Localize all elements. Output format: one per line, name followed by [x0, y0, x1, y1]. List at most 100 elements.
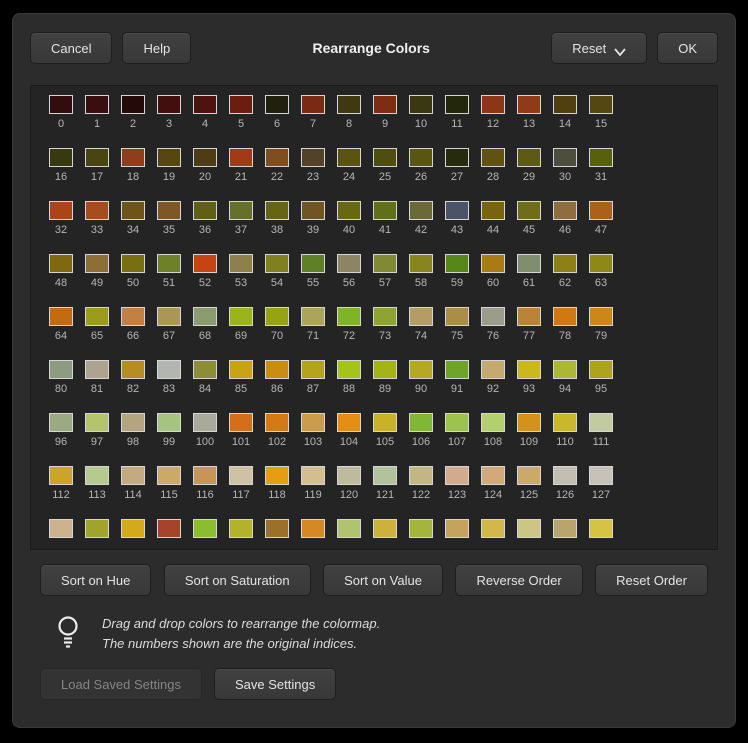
palette-swatch[interactable]: [301, 148, 325, 167]
palette-swatch[interactable]: [481, 519, 505, 538]
palette-swatch[interactable]: [373, 201, 397, 220]
palette-swatch[interactable]: [193, 360, 217, 379]
palette-swatch[interactable]: [49, 466, 73, 485]
palette-swatch[interactable]: [193, 95, 217, 114]
cancel-button[interactable]: Cancel: [30, 32, 112, 64]
palette-swatch[interactable]: [157, 95, 181, 114]
palette-swatch[interactable]: [589, 360, 613, 379]
palette-swatch[interactable]: [121, 466, 145, 485]
palette-swatch[interactable]: [265, 360, 289, 379]
palette-swatch[interactable]: [373, 466, 397, 485]
palette-swatch[interactable]: [121, 360, 145, 379]
palette-swatch[interactable]: [445, 148, 469, 167]
palette-swatch[interactable]: [229, 413, 253, 432]
palette-swatch[interactable]: [409, 254, 433, 273]
palette-swatch[interactable]: [553, 307, 577, 326]
palette-swatch[interactable]: [517, 148, 541, 167]
palette-swatch[interactable]: [337, 201, 361, 220]
palette-swatch[interactable]: [337, 254, 361, 273]
palette-swatch[interactable]: [553, 95, 577, 114]
reset-dropdown-button[interactable]: Reset: [551, 32, 647, 64]
palette-swatch[interactable]: [301, 95, 325, 114]
palette-swatch[interactable]: [121, 519, 145, 538]
palette-swatch[interactable]: [265, 254, 289, 273]
palette-swatch[interactable]: [301, 413, 325, 432]
palette-swatch[interactable]: [517, 254, 541, 273]
palette-swatch[interactable]: [229, 466, 253, 485]
palette-swatch[interactable]: [409, 466, 433, 485]
palette-swatch[interactable]: [229, 360, 253, 379]
palette-swatch[interactable]: [589, 95, 613, 114]
palette-swatch[interactable]: [553, 360, 577, 379]
palette-swatch[interactable]: [589, 413, 613, 432]
palette-swatch[interactable]: [301, 307, 325, 326]
palette-swatch[interactable]: [337, 307, 361, 326]
palette-swatch[interactable]: [337, 519, 361, 538]
palette-swatch[interactable]: [157, 201, 181, 220]
palette-swatch[interactable]: [553, 148, 577, 167]
palette-swatch[interactable]: [517, 307, 541, 326]
help-button[interactable]: Help: [122, 32, 191, 64]
sort-on-hue-button[interactable]: Sort on Hue: [40, 564, 151, 596]
palette-swatch[interactable]: [121, 307, 145, 326]
palette-swatch[interactable]: [121, 148, 145, 167]
palette-swatch[interactable]: [229, 519, 253, 538]
palette-swatch[interactable]: [409, 201, 433, 220]
palette-swatch[interactable]: [337, 148, 361, 167]
load-saved-settings-button[interactable]: Load Saved Settings: [40, 668, 202, 700]
palette-swatch[interactable]: [49, 148, 73, 167]
palette-swatch[interactable]: [481, 254, 505, 273]
save-settings-button[interactable]: Save Settings: [214, 668, 336, 700]
palette-swatch[interactable]: [49, 519, 73, 538]
palette-swatch[interactable]: [157, 307, 181, 326]
palette-swatch[interactable]: [337, 466, 361, 485]
palette-swatch[interactable]: [589, 519, 613, 538]
palette-swatch[interactable]: [193, 201, 217, 220]
colormap-panel[interactable]: 0123456789101112131415161718192021222324…: [30, 85, 718, 550]
palette-swatch[interactable]: [85, 466, 109, 485]
palette-swatch[interactable]: [445, 254, 469, 273]
palette-swatch[interactable]: [589, 148, 613, 167]
palette-swatch[interactable]: [553, 413, 577, 432]
palette-swatch[interactable]: [49, 254, 73, 273]
palette-swatch[interactable]: [517, 519, 541, 538]
palette-swatch[interactable]: [229, 201, 253, 220]
reverse-order-button[interactable]: Reverse Order: [455, 564, 582, 596]
palette-swatch[interactable]: [409, 148, 433, 167]
palette-swatch[interactable]: [265, 519, 289, 538]
palette-swatch[interactable]: [409, 95, 433, 114]
palette-swatch[interactable]: [517, 413, 541, 432]
palette-swatch[interactable]: [409, 360, 433, 379]
palette-swatch[interactable]: [445, 519, 469, 538]
palette-swatch[interactable]: [265, 307, 289, 326]
palette-swatch[interactable]: [589, 254, 613, 273]
palette-swatch[interactable]: [193, 519, 217, 538]
palette-swatch[interactable]: [373, 519, 397, 538]
palette-swatch[interactable]: [373, 254, 397, 273]
palette-swatch[interactable]: [517, 201, 541, 220]
palette-swatch[interactable]: [85, 360, 109, 379]
palette-swatch[interactable]: [85, 519, 109, 538]
palette-swatch[interactable]: [445, 201, 469, 220]
palette-swatch[interactable]: [193, 466, 217, 485]
palette-swatch[interactable]: [229, 254, 253, 273]
sort-on-value-button[interactable]: Sort on Value: [323, 564, 443, 596]
palette-swatch[interactable]: [121, 95, 145, 114]
palette-swatch[interactable]: [445, 95, 469, 114]
palette-swatch[interactable]: [49, 95, 73, 114]
palette-swatch[interactable]: [409, 307, 433, 326]
palette-swatch[interactable]: [157, 413, 181, 432]
palette-swatch[interactable]: [373, 360, 397, 379]
palette-swatch[interactable]: [445, 466, 469, 485]
palette-swatch[interactable]: [121, 254, 145, 273]
palette-swatch[interactable]: [229, 95, 253, 114]
palette-swatch[interactable]: [589, 307, 613, 326]
palette-swatch[interactable]: [157, 148, 181, 167]
palette-swatch[interactable]: [85, 95, 109, 114]
palette-swatch[interactable]: [301, 519, 325, 538]
palette-swatch[interactable]: [481, 148, 505, 167]
palette-swatch[interactable]: [121, 413, 145, 432]
palette-swatch[interactable]: [85, 201, 109, 220]
palette-swatch[interactable]: [193, 307, 217, 326]
palette-swatch[interactable]: [265, 413, 289, 432]
